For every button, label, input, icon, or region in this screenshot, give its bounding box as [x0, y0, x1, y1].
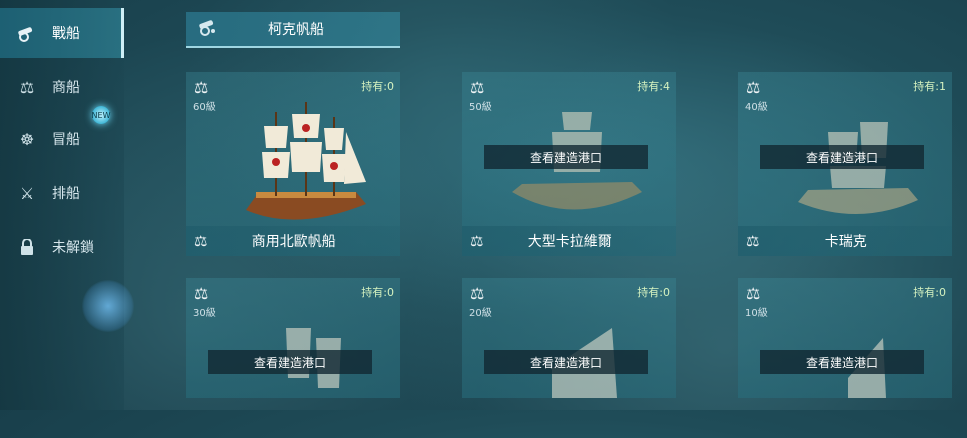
sidebar-item-merchant-ships[interactable]: ⚖ 商船 [0, 62, 124, 112]
ship-level: 50級 [469, 102, 492, 113]
view-build-port-button[interactable]: 查看建造港口 [760, 350, 924, 374]
ship-level: 20級 [469, 308, 492, 319]
ship-level: 40級 [745, 102, 768, 113]
ship-category-sidebar: 戰船 ⚖ 商船 ☸ 冒船 NEW ⚔ 排船 未解鎖 [0, 0, 124, 410]
scales-icon: ⚖ [19, 77, 35, 97]
scales-icon: ⚖ [194, 232, 208, 250]
ship-card[interactable]: ⚖ 40級 持有:1 查看建造港口 ⚖ 卡瑞克 [738, 72, 952, 256]
new-badge: NEW [92, 106, 110, 124]
scales-icon: ⚖ [470, 284, 485, 303]
sidebar-item-label: 排船 [52, 186, 80, 202]
scales-icon: ⚖ [746, 284, 761, 303]
ship-card[interactable]: ⚖ 30級 持有:0 查看建造港口 [186, 278, 400, 398]
scales-icon: ⚖ [470, 232, 484, 250]
ship-level: 30級 [193, 308, 216, 319]
ship-name: 商用北歐帆船 [251, 234, 336, 250]
ship-level: 10級 [745, 308, 768, 319]
ship-card[interactable]: ⚖ 50級 持有:4 查看建造港口 ⚖ 大型卡拉維爾 [462, 72, 676, 256]
helm-icon: ☸ [19, 129, 35, 149]
cannon-icon [16, 22, 38, 44]
crossed-swords-icon: ⚔ [19, 183, 35, 203]
section-title: 柯克帆船 [268, 22, 324, 38]
sidebar-item-adventure-ships[interactable]: ☸ 冒船 NEW [0, 106, 124, 164]
view-build-port-button[interactable]: 查看建造港口 [208, 350, 372, 374]
ship-name-bar: ⚖ 商用北歐帆船 [186, 226, 400, 256]
sidebar-item-ram-ships[interactable]: ⚔ 排船 [0, 168, 124, 218]
scales-icon: ⚖ [194, 284, 209, 303]
sidebar-item-label: 冒船 [52, 132, 80, 148]
sidebar-item-label: 未解鎖 [52, 240, 94, 256]
sidebar-item-warships[interactable]: 戰船 [0, 8, 124, 58]
view-build-port-button[interactable]: 查看建造港口 [760, 145, 924, 169]
scales-icon: ⚖ [746, 78, 761, 97]
ship-level: 60級 [193, 102, 216, 113]
ship-name-bar: ⚖ 卡瑞克 [738, 226, 952, 256]
cannon-icon [196, 17, 220, 41]
scales-icon: ⚖ [194, 78, 209, 97]
sidebar-item-label: 商船 [52, 80, 80, 96]
scales-icon: ⚖ [470, 78, 485, 97]
sidebar-item-locked[interactable]: 未解鎖 [0, 222, 124, 272]
ship-name: 卡瑞克 [824, 234, 867, 250]
view-build-port-button[interactable]: 查看建造港口 [484, 350, 648, 374]
sidebar-item-label: 戰船 [52, 26, 80, 42]
ship-name: 大型卡拉維爾 [527, 234, 612, 250]
tab-kirk-ships[interactable]: 柯克帆船 [186, 12, 400, 48]
glow-orb [82, 280, 134, 332]
lock-icon [16, 236, 38, 258]
ship-card[interactable]: ⚖ 20級 持有:0 查看建造港口 [462, 278, 676, 398]
view-build-port-button[interactable]: 查看建造港口 [484, 145, 648, 169]
ship-image [246, 102, 366, 220]
ship-name-bar: ⚖ 大型卡拉維爾 [462, 226, 676, 256]
ship-card[interactable]: ⚖ 60級 持有:0 ⚖ 商用北歐帆船 [186, 72, 400, 256]
scales-icon: ⚖ [746, 232, 760, 250]
ship-card[interactable]: ⚖ 10級 持有:0 查看建造港口 [738, 278, 952, 398]
